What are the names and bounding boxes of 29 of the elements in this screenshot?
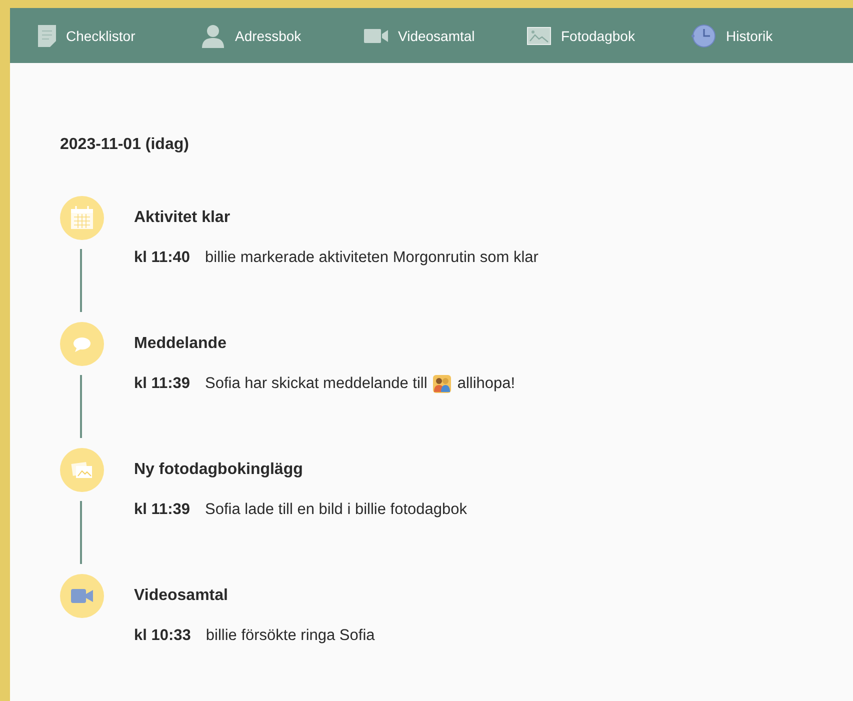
event-time: kl 11:40: [134, 249, 190, 267]
nav-tab[interactable]: Checklistor: [38, 24, 201, 46]
event-description: billie markerade aktiviteten Morgonrutin som klar: [205, 249, 538, 267]
video-camera-icon: [71, 589, 93, 603]
event-time: kl 10:33: [134, 627, 191, 645]
nav-tab[interactable]: Videosamtal: [364, 28, 527, 44]
event-title: Ny fotodagbokinglägg: [134, 461, 304, 479]
document-icon: [38, 24, 56, 46]
event-title: Meddelande: [134, 335, 228, 353]
person-icon: [201, 24, 225, 48]
event-description: allihopa!: [457, 375, 516, 393]
event-time: kl 11:39: [134, 501, 190, 519]
calendar-icon: [70, 206, 94, 230]
photos-icon: [71, 461, 93, 479]
event-description: billie försökte ringa Sofia: [206, 627, 375, 645]
nav-tab[interactable]: Historik: [690, 24, 853, 48]
nav-tab[interactable]: Adressbok: [201, 24, 364, 48]
date-heading: 2023-11-01 (idag): [60, 136, 190, 154]
two-people-icon: [433, 375, 452, 393]
event-title: Videosamtal: [134, 587, 229, 605]
picture-icon: [527, 26, 551, 44]
speech-bubble-icon: [73, 336, 91, 352]
video-camera-icon: [364, 28, 388, 42]
clock-icon: [690, 24, 716, 48]
event-description: Sofia lade till en bild i billie fotodagbok: [205, 501, 467, 519]
event-time: kl 11:39: [134, 375, 190, 393]
nav-tab[interactable]: Fotodagbok: [527, 26, 690, 44]
event-title: Aktivitet klar: [134, 209, 232, 227]
event-description: Sofia har skickat meddelande till: [205, 375, 428, 393]
